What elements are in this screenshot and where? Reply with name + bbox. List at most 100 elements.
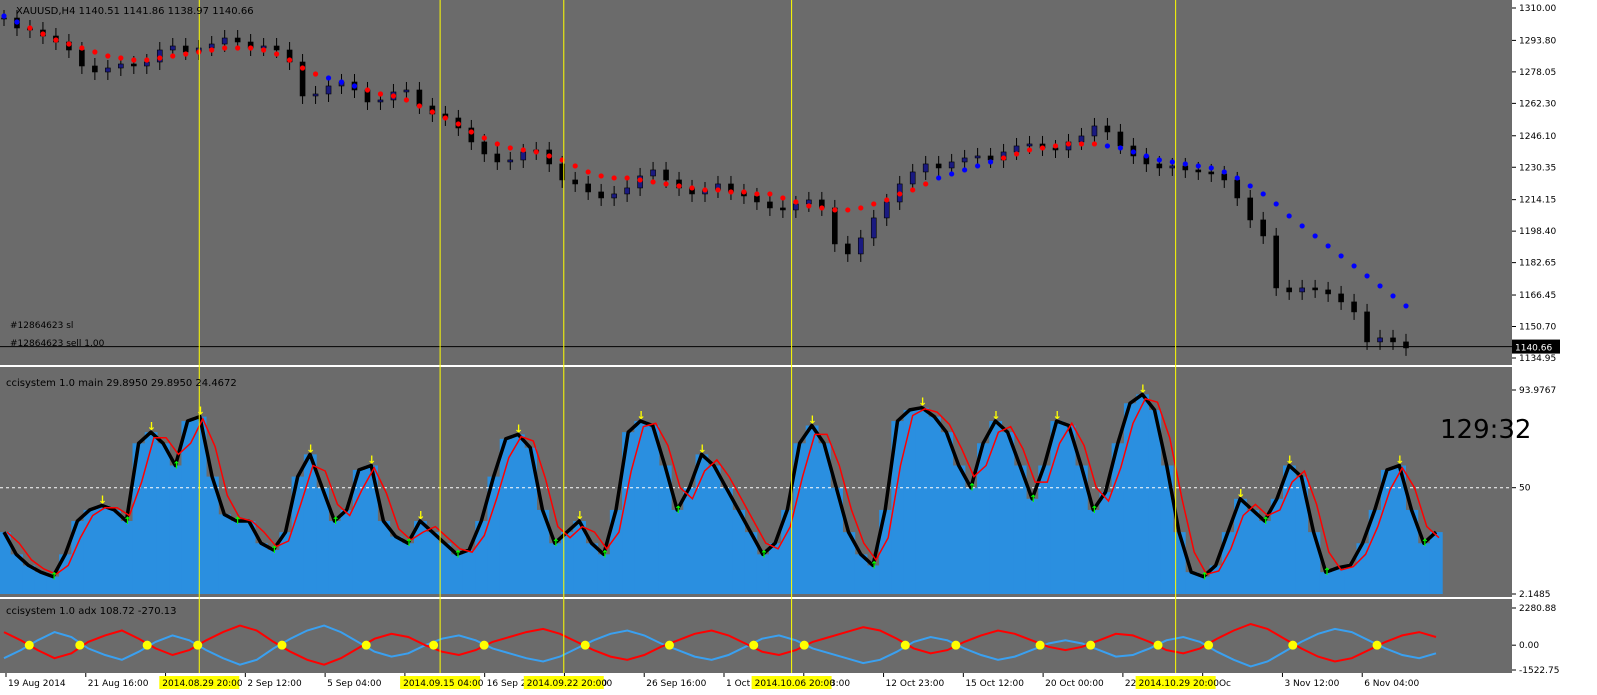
cci-bar	[646, 425, 660, 594]
buy-arrow-icon: ↑	[50, 572, 58, 583]
cci-bar	[1331, 567, 1345, 594]
candle-body	[221, 37, 228, 45]
crossover-marker	[664, 640, 674, 650]
candle-body	[481, 141, 488, 155]
sell-arrow-icon: ↓	[1395, 453, 1404, 466]
order-sl-label: #12864623 sl	[10, 321, 73, 331]
cci-bar	[1050, 421, 1064, 594]
vline-date-label: 2014.08.29 20:00	[162, 679, 243, 689]
ma-dot-down	[754, 191, 760, 197]
cci-bar	[340, 509, 354, 594]
cci-bar	[1087, 509, 1101, 594]
ma-dot-up	[1325, 243, 1331, 249]
chart-window[interactable]: ↑ ↓ ↑ ↓ ↑ ↓ ↑ ↑ ↓ ↑ ↓ ↑ ↓ ↑ ↓ ↑ ↓ ↑ ↓ ↑ ↓ ↑ ↓ ↑ ↓ ↑ ↓ ↑ ↓ ↑ ↓ ↑ ↓ ↑ ↓ ↑ ↓ ↑ 1…	[0, 0, 1597, 691]
countdown-timer: 129:32	[1440, 415, 1531, 445]
ma-dot-up	[1143, 153, 1149, 159]
cci-bar	[108, 509, 121, 594]
crossover-marker	[361, 640, 371, 650]
ma-dot-down	[455, 121, 461, 127]
y-tick-label: 1262.30	[1519, 99, 1556, 109]
candle-body	[585, 183, 591, 193]
cci-bar	[1136, 394, 1149, 594]
candle-body	[325, 85, 332, 95]
candle-body	[1377, 337, 1383, 343]
ma-dot-down	[767, 191, 773, 197]
candle-body	[857, 237, 864, 255]
cci-bar	[1258, 521, 1272, 594]
cci-bar	[120, 521, 134, 594]
cci-bar	[952, 465, 966, 594]
candle-body	[1091, 125, 1098, 137]
cci-bar	[499, 438, 513, 594]
cci-bar	[1062, 425, 1076, 594]
adx-pane-bg	[0, 600, 1512, 673]
ma-dot-down	[27, 25, 33, 31]
candle-body	[1286, 287, 1292, 293]
candle-body	[494, 153, 501, 163]
candle-body	[1299, 287, 1305, 293]
cci-bar	[1172, 532, 1186, 594]
y-tick-label: 1198.40	[1519, 227, 1556, 237]
candle-body	[832, 207, 838, 245]
ma-dot-down	[884, 197, 890, 203]
candle-body	[1026, 143, 1033, 147]
cci-bar	[1001, 432, 1015, 594]
x-tick-label: 6 Nov 04:00	[1364, 679, 1419, 689]
ma-dot-down	[741, 189, 747, 195]
cci-bar	[1283, 465, 1296, 594]
cci-bar	[977, 443, 990, 594]
ma-dot-down	[40, 31, 46, 37]
ma-dot-down	[261, 47, 267, 53]
ma-dot-down	[663, 181, 669, 187]
ma-dot-down	[1039, 145, 1046, 151]
ma-dot-down	[507, 145, 513, 151]
ma-dot-up	[962, 167, 968, 173]
chart-canvas[interactable]: ↑ ↓ ↑ ↓ ↑ ↓ ↑ ↑ ↓ ↑ ↓ ↑ ↓ ↑ ↓ ↑ ↓ ↑ ↓ ↑ ↓ ↑ ↓ ↑ ↓ ↑ ↓ ↑ ↓ ↑ ↓ ↑ ↓ ↑ ↓ ↑ ↓ ↑ 1…	[0, 0, 1597, 691]
x-tick-label: 20 Oct 00:00	[1045, 679, 1104, 689]
candle-body	[948, 161, 955, 169]
y-tick-label: -1522.75	[1519, 666, 1559, 676]
y-tick-label: 1310.00	[1519, 4, 1556, 14]
sell-arrow-icon: ↓	[514, 422, 523, 435]
cci-bar	[1417, 543, 1431, 594]
y-tick-label: 1150.70	[1519, 323, 1556, 333]
ma-dot-up	[936, 175, 942, 181]
sell-arrow-icon: ↓	[98, 493, 107, 506]
candle-body	[598, 191, 604, 199]
ma-dot-up	[949, 171, 955, 177]
x-tick-label: 19 Aug 2014	[8, 679, 66, 689]
ma-dot-down	[1052, 143, 1059, 149]
cci-bar	[1246, 509, 1260, 594]
candle-body	[935, 163, 942, 169]
ma-dot-up	[975, 163, 981, 169]
y-tick-label: 1166.45	[1519, 291, 1556, 301]
buy-arrow-icon: ↑	[1323, 567, 1331, 578]
candle-body	[870, 217, 877, 239]
candle-body	[105, 67, 111, 73]
ma-dot-down	[105, 53, 111, 59]
cci-bar	[915, 407, 929, 594]
cci-bar	[1025, 498, 1039, 594]
ma-dot-down	[131, 57, 137, 63]
ma-dot-down	[1091, 141, 1098, 147]
cci-bar	[377, 521, 391, 594]
ma-dot-down	[377, 91, 384, 97]
cci-bar	[267, 549, 280, 594]
ma-dot-down	[390, 93, 397, 99]
cci-bar	[230, 521, 244, 594]
candle-body	[1208, 171, 1215, 175]
ma-dot-down	[1013, 151, 1020, 157]
buy-arrow-icon: ↑	[405, 538, 413, 549]
ma-dot-up	[14, 19, 20, 25]
ma-dot-down	[274, 51, 280, 57]
cci-bar	[805, 425, 819, 594]
candle-body	[507, 159, 514, 163]
ma-dot-up	[325, 75, 332, 81]
y-tick-label: 1278.05	[1519, 68, 1556, 78]
buy-arrow-icon: ↑	[760, 549, 768, 560]
ma-dot-up	[1299, 223, 1305, 229]
candle-body	[1078, 135, 1085, 143]
ma-dot-up	[1, 13, 7, 19]
crossover-marker	[1153, 640, 1163, 650]
ma-dot-down	[702, 187, 708, 193]
